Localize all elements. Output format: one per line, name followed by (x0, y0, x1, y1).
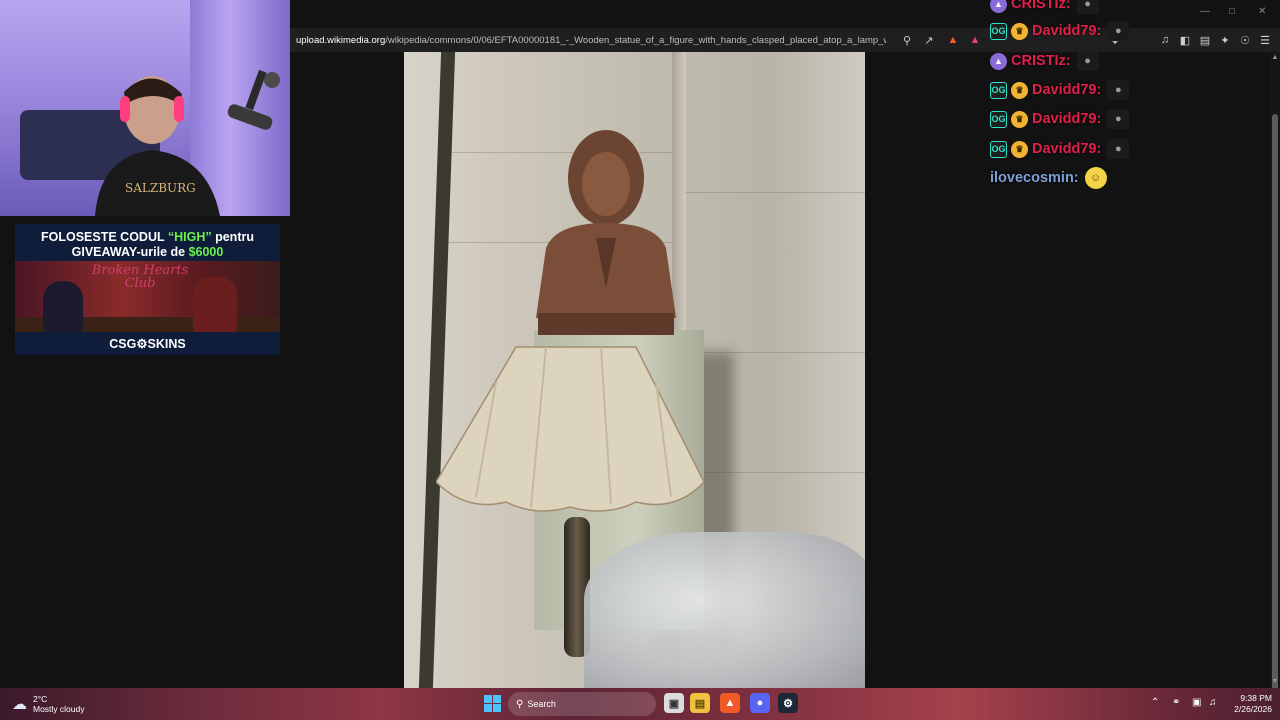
brave-browser-icon[interactable]: ▲ (720, 693, 740, 713)
chat-username: Davidd79: (1032, 23, 1102, 39)
chat-message: ▲ CRISTIz: ● (990, 50, 1099, 72)
emote-icon: ● (1076, 0, 1099, 14)
wall-joint (686, 192, 865, 193)
menu-icon[interactable]: ☰ (1258, 33, 1272, 47)
giveaway-amount: $6000 (188, 245, 224, 259)
leo-ai-icon[interactable]: ✦ (1218, 33, 1232, 47)
temperature: 2°C (33, 694, 48, 704)
promo-code: “HIGH” (167, 230, 212, 244)
wallet-icon[interactable]: ▤ (1198, 33, 1212, 47)
displayed-image[interactable] (404, 52, 865, 688)
weather-widget[interactable]: ☁ 2°C Mostly cloudy (12, 694, 85, 714)
wooden-statue (536, 130, 676, 335)
plastic-bag (584, 532, 865, 688)
chat-username: CRISTIz: (1011, 53, 1071, 69)
microphone (227, 70, 280, 130)
cloud-icon: ☁ (12, 696, 27, 713)
zoom-icon[interactable]: ⚲ (900, 33, 914, 47)
tray-overflow-icon[interactable]: ⌃ (1151, 697, 1159, 708)
chat-message: OG ♛ Davidd79: ● (990, 138, 1130, 160)
close-icon[interactable]: ✕ (1258, 6, 1266, 17)
search-label: Search (527, 699, 556, 709)
file-explorer-icon[interactable]: ▤ (690, 693, 710, 713)
minimize-icon[interactable]: — (1200, 6, 1210, 17)
emote-icon: ● (1107, 109, 1130, 129)
system-clock[interactable]: 9:38 PM 2/26/2026 (1226, 693, 1272, 715)
emote-icon: ● (1076, 51, 1099, 71)
desktop-screen: upload.wikimedia.org/wikipedia/commons/0… (0, 0, 1280, 720)
ad-text: GIVEAWAY-urile de (71, 245, 189, 259)
network-icon[interactable]: ▣ (1192, 697, 1201, 708)
neon-sign: Broken Hearts Club (91, 263, 189, 291)
emote-icon: ● (1107, 139, 1130, 159)
character (193, 277, 237, 332)
share-icon[interactable]: ↗ (922, 33, 936, 47)
chat-overlay: ▲ CRISTIz: ● OG ♛ Davidd79: ● ▲ CRISTIz:… (990, 0, 1190, 200)
emote-icon: ● (1107, 21, 1130, 41)
ship-badge-icon: ▲ (990, 0, 1007, 13)
character (43, 281, 83, 332)
scroll-thumb[interactable] (1272, 114, 1278, 704)
og-badge-icon: OG (990, 110, 1007, 128)
crown-badge-icon: ♛ (1011, 140, 1028, 158)
og-badge-icon: OG (990, 140, 1007, 158)
lampshade (436, 346, 704, 512)
url-path: /wikipedia/commons/0/06/EFTA00000181_-_W… (385, 34, 886, 46)
og-badge-icon: OG (990, 81, 1007, 99)
smiley-emote-icon: ☺ (1084, 167, 1107, 189)
discord-icon[interactable]: ● (750, 693, 770, 713)
brave-shield-icon[interactable]: ▲ (946, 33, 960, 47)
chat-username: CRISTIz: (1011, 0, 1071, 12)
og-badge-icon: OG (990, 22, 1007, 40)
chat-username: ilovecosmin: (990, 170, 1079, 186)
maximize-icon[interactable]: □ (1229, 6, 1235, 17)
taskbar-search[interactable]: ⚲ Search (508, 692, 656, 716)
crown-badge-icon: ♛ (1011, 22, 1028, 40)
sponsor-banner[interactable]: FOLOSESTE CODUL “HIGH” pentru GIVEAWAY-u… (15, 224, 280, 355)
clock-date: 2/26/2026 (1234, 704, 1272, 714)
emote-icon: ● (1107, 80, 1130, 100)
ad-headline: FOLOSESTE CODUL “HIGH” pentru (15, 230, 280, 244)
chat-username: Davidd79: (1032, 141, 1102, 157)
ad-text: pentru (211, 230, 254, 244)
page-scrollbar[interactable]: ▲ ▼ (1270, 52, 1280, 704)
chat-message: OG ♛ Davidd79: ● (990, 20, 1130, 42)
taskbar: ☁ 2°C Mostly cloudy ⚲ Search ▣ ▤ ▲ ● ⚙ ⌃… (0, 688, 1280, 720)
scroll-up-icon[interactable]: ▲ (1271, 54, 1279, 62)
steam-icon[interactable]: ⚙ (778, 693, 798, 713)
volume-icon[interactable]: ♫ (1209, 697, 1217, 708)
svg-text:SALZBURG: SALZBURG (125, 181, 196, 195)
brand-logo: CSG⚙SKINS (109, 337, 186, 351)
ship-badge-icon: ▲ (990, 52, 1007, 70)
crown-badge-icon: ♛ (1011, 81, 1028, 99)
vpn-icon[interactable]: ☉ (1238, 33, 1252, 47)
chat-message: OG ♛ Davidd79: ● (990, 79, 1130, 101)
clock-time: 9:38 PM (1240, 693, 1272, 703)
crown-badge-icon: ♛ (1011, 110, 1028, 128)
task-view-icon[interactable]: ▣ (664, 693, 684, 713)
scroll-down-icon[interactable]: ▼ (1271, 678, 1279, 686)
weather-condition: Mostly cloudy (33, 704, 85, 714)
windows-start-icon[interactable] (484, 695, 501, 712)
chat-username: Davidd79: (1032, 111, 1102, 127)
webcam-feed: SALZBURG (0, 0, 290, 216)
chat-message: ilovecosmin: ☺ (990, 167, 1107, 189)
ad-subheadline: GIVEAWAY-urile de $6000 (15, 245, 280, 259)
chat-message: ▲ CRISTIz: ● (990, 0, 1099, 15)
search-icon: ⚲ (516, 698, 524, 710)
chat-message: OG ♛ Davidd79: ● (990, 108, 1130, 130)
brave-rewards-icon[interactable]: ▲ (968, 33, 982, 47)
ad-artwork: Broken Hearts Club (15, 261, 280, 332)
url-host: upload.wikimedia.org (296, 34, 386, 46)
ad-text: FOLOSESTE CODUL (41, 230, 168, 244)
address-bar[interactable]: upload.wikimedia.org/wikipedia/commons/0… (290, 35, 886, 46)
streamer: SALZBURG (95, 76, 220, 216)
chat-username: Davidd79: (1032, 82, 1102, 98)
microphone-icon[interactable]: ⚭ (1172, 697, 1180, 708)
